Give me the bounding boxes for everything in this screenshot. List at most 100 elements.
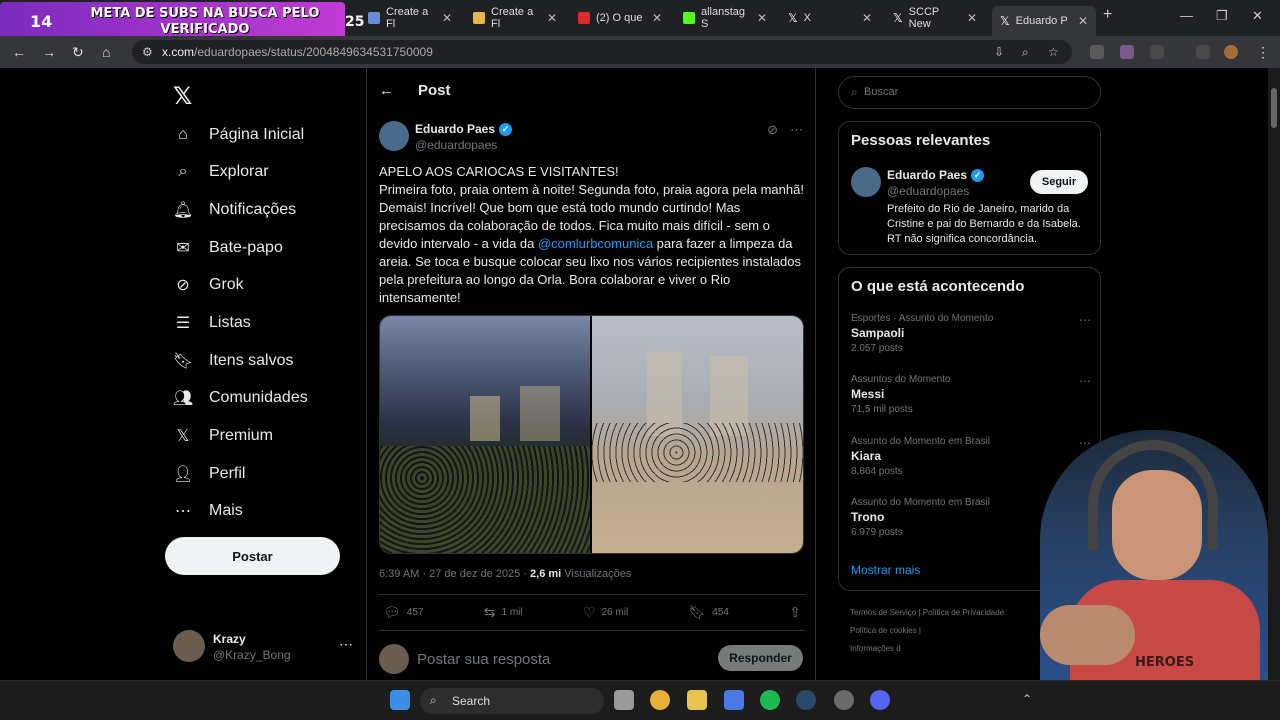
profile-avatar-icon[interactable] [1224, 45, 1238, 59]
search-input[interactable]: ⌕ Buscar [838, 76, 1101, 109]
author-handle[interactable]: @eduardopaes [415, 138, 497, 152]
post-button[interactable]: Postar [165, 537, 340, 575]
browser-tab[interactable]: Create a Fl ✕ [360, 6, 460, 30]
windows-start-icon[interactable] [390, 690, 410, 710]
reply-submit-button[interactable]: Responder [718, 645, 803, 671]
extension-icon[interactable] [1120, 45, 1134, 59]
more-icon[interactable]: ⋯ [339, 636, 353, 653]
like-button[interactable]: ♡ 26 mil [583, 604, 628, 621]
more-icon[interactable]: ⋯ [790, 122, 803, 138]
sidebar-item-lists[interactable]: ☰ Listas [173, 310, 251, 336]
relevant-name-row[interactable]: Eduardo Paes ✓ [887, 168, 985, 182]
repost-button[interactable]: ⇆ 1 mil [484, 604, 523, 621]
beach-morning-photo[interactable] [592, 316, 803, 553]
forward-icon[interactable]: → [42, 44, 56, 60]
post-timestamp[interactable]: 6:39 AM · 27 de dez de 2025 · [379, 568, 530, 580]
account-switcher[interactable]: Krazy @Krazy_Bong ⋯ [173, 630, 353, 666]
new-tab-icon[interactable]: + [1103, 6, 1112, 24]
store-icon[interactable] [724, 690, 744, 710]
mention-link[interactable]: @comlurbcomunica [538, 236, 653, 251]
home-icon: ⌂ [178, 126, 188, 143]
browser-tab[interactable]: allanstag S ✕ [675, 6, 775, 30]
close-icon[interactable]: ✕ [967, 11, 977, 25]
browser-menu-icon[interactable]: ⋮ [1256, 44, 1270, 61]
building [470, 396, 500, 441]
trend-item[interactable]: Esportes · Assunto do Momento Sampaoli 2… [851, 313, 1091, 354]
page-scrollbar[interactable] [1268, 68, 1280, 680]
close-icon[interactable]: ✕ [1078, 14, 1088, 28]
sidebar-item-bookmarks[interactable]: 🔖︎ Itens salvos [173, 348, 294, 374]
browser-tab[interactable]: (2) O que ✕ [570, 6, 670, 30]
close-window-icon[interactable]: ✕ [1252, 8, 1263, 24]
home-icon[interactable]: ⌂ [102, 44, 110, 60]
close-icon[interactable]: ✕ [757, 11, 767, 25]
back-icon[interactable]: ← [12, 44, 26, 60]
trend-category: Esportes · Assunto do Momento [851, 313, 994, 324]
spotify-icon[interactable] [760, 690, 780, 710]
zoom-icon[interactable]: ⌕ [1022, 45, 1029, 60]
share-button[interactable]: ⇪ [789, 604, 801, 621]
reply-button[interactable]: 💬︎ 457 [383, 604, 423, 621]
author-name-row[interactable]: Eduardo Paes ✓ [415, 122, 513, 136]
search-icon: ⌕ [430, 693, 437, 707]
address-bar[interactable]: ⚙ x.com/eduardopaes/status/2004849634531… [132, 40, 1072, 64]
more-icon[interactable]: ⋯ [1079, 374, 1091, 388]
install-app-icon[interactable]: ⇩ [994, 45, 1004, 59]
browser-tab[interactable]: Create a Fl ✕ [465, 6, 565, 30]
sidebar-item-premium[interactable]: 𝕏 Premium [173, 423, 273, 449]
steam-icon[interactable] [796, 690, 816, 710]
post-meta: 6:39 AM · 27 de dez de 2025 · 2,6 mi Vis… [379, 568, 631, 580]
x-logo-icon[interactable]: 𝕏 [173, 82, 192, 110]
close-icon[interactable]: ✕ [652, 11, 662, 25]
sidebar-item-home[interactable]: ⌂ Página Inicial [173, 122, 304, 148]
discord-icon[interactable] [870, 690, 890, 710]
extensions-puzzle-icon[interactable] [1150, 45, 1164, 59]
sidebar-item-chat[interactable]: ✉ Bate-papo [173, 235, 283, 261]
obs-icon[interactable] [834, 690, 854, 710]
sidebar-item-notifications[interactable]: 🔔︎ Notificações [173, 197, 296, 223]
media-controls-icon[interactable] [1196, 45, 1210, 59]
sidebar-item-explore[interactable]: ⌕ Explorar [173, 159, 269, 185]
browser-tab[interactable]: 𝕏 X ✕ [780, 6, 880, 30]
author-avatar[interactable] [379, 121, 409, 151]
avatar[interactable] [851, 167, 881, 197]
sidebar-item-grok[interactable]: ⊘ Grok [173, 272, 243, 298]
scrollbar-thumb[interactable] [1271, 88, 1277, 128]
site-info-icon[interactable]: ⚙ [142, 45, 153, 59]
sidebar-item-communities[interactable]: 👥︎ Comunidades [173, 385, 308, 411]
sidebar-item-profile[interactable]: 👤︎ Perfil [173, 461, 246, 487]
browser-tab-active[interactable]: 𝕏 Eduardo P ✕ [992, 6, 1096, 36]
more-icon[interactable]: ⋯ [1079, 313, 1091, 327]
windows-taskbar: ⌕ Search ⌃ [0, 680, 1280, 720]
extension-icon[interactable] [1090, 45, 1104, 59]
reload-icon[interactable]: ↻ [72, 44, 84, 61]
back-arrow-icon[interactable]: ← [379, 82, 394, 99]
bookmark-button[interactable]: 🔖︎ 454 [688, 604, 728, 621]
chevron-up-icon[interactable]: ⌃ [1022, 692, 1032, 706]
trend-item[interactable]: Assunto do Momento em Brasil Kiara 8.864… [851, 436, 1091, 477]
grok-icon: ⊘ [176, 277, 190, 294]
taskbar-search[interactable]: ⌕ Search [420, 688, 604, 714]
maximize-icon[interactable]: ❐ [1216, 8, 1228, 24]
chrome-icon[interactable] [650, 690, 670, 710]
post-media[interactable] [379, 315, 804, 554]
follow-button[interactable]: Seguir [1030, 170, 1088, 194]
sidebar-item-more[interactable]: ⋯ Mais [173, 498, 243, 524]
show-more-link[interactable]: Mostrar mais [851, 563, 920, 577]
star-icon[interactable]: ☆ [1048, 45, 1059, 59]
relevant-handle[interactable]: @eduardopaes [887, 184, 969, 198]
close-icon[interactable]: ✕ [862, 11, 872, 25]
task-view-icon[interactable] [614, 690, 634, 710]
views-count: 2,6 mi [530, 568, 562, 580]
close-icon[interactable]: ✕ [442, 11, 452, 25]
beach-night-photo[interactable] [380, 316, 592, 553]
close-icon[interactable]: ✕ [547, 11, 557, 25]
reply-input[interactable]: Postar sua resposta [417, 651, 550, 668]
sidebar-item-label: Notificações [209, 201, 297, 218]
bell-icon: 🔔︎ [172, 202, 194, 219]
file-explorer-icon[interactable] [687, 690, 707, 710]
minimize-icon[interactable]: — [1180, 8, 1193, 23]
grok-icon[interactable]: ⊘ [767, 122, 778, 138]
trend-item[interactable]: Assuntos do Momento Messi 71,5 mil posts… [851, 374, 1091, 415]
browser-tab[interactable]: 𝕏 SCCP New ✕ [885, 6, 985, 30]
